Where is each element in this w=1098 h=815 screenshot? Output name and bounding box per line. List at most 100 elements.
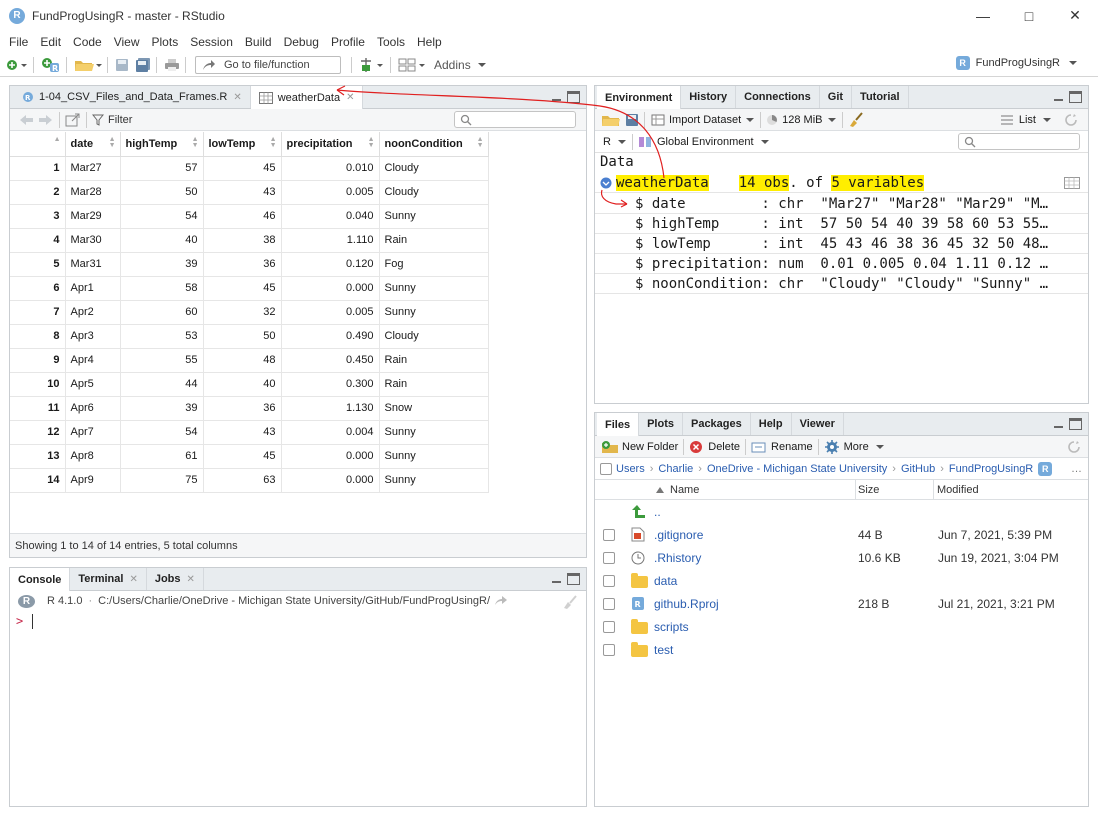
language-dropdown[interactable]: R (603, 136, 627, 148)
tab-tutorial[interactable]: Tutorial (852, 86, 909, 108)
breadcrumb-onedrive[interactable]: OneDrive - Michigan State University (707, 463, 887, 475)
import-dataset-button[interactable]: Import Dataset (650, 113, 755, 127)
menu-session[interactable]: Session (184, 35, 239, 49)
header-size[interactable]: Size (858, 484, 879, 496)
new-file-icon[interactable] (6, 55, 28, 75)
maximize-pane-icon[interactable] (567, 91, 580, 103)
environment-search-input[interactable] (958, 133, 1080, 150)
env-object-weatherdata[interactable]: weatherData 14 obs. of 5 variables (595, 173, 1088, 193)
rename-button[interactable]: Rename (751, 440, 813, 454)
column-header-date[interactable]: date ▲ ▼ (65, 132, 121, 157)
tab-environment[interactable]: Environment (597, 86, 682, 109)
file-name[interactable]: .Rhistory (654, 551, 701, 565)
tab-help[interactable]: Help (751, 413, 792, 435)
filter-button[interactable]: Filter (92, 114, 132, 126)
new-project-icon[interactable]: R (41, 55, 61, 75)
global-environment-dropdown[interactable]: Global Environment (638, 136, 770, 148)
file-name[interactable]: .gitignore (654, 528, 703, 542)
breadcrumb-charlie[interactable]: Charlie (658, 463, 693, 475)
breadcrumb-github[interactable]: GitHub (901, 463, 935, 475)
clear-objects-icon[interactable] (848, 111, 864, 128)
menu-code[interactable]: Code (67, 35, 108, 49)
column-header-nooncondition[interactable]: noonCondition ▲ ▼ (379, 132, 489, 157)
refresh-icon[interactable] (1066, 440, 1082, 454)
file-checkbox[interactable] (603, 575, 615, 587)
working-dir-path[interactable]: C:/Users/Charlie/OneDrive - Michigan Sta… (98, 595, 490, 607)
menu-build[interactable]: Build (239, 35, 278, 49)
more-menu-button[interactable]: More (824, 439, 885, 455)
addins-menu[interactable]: Addins (434, 55, 487, 75)
workspace-panes-icon[interactable] (398, 55, 426, 75)
file-row[interactable]: data (595, 570, 1088, 593)
tab-history[interactable]: History (681, 86, 737, 108)
print-icon[interactable] (164, 55, 180, 75)
maximize-window-button[interactable]: □ (1006, 0, 1052, 31)
more-path-icon[interactable]: … (1071, 463, 1082, 475)
save-all-icon[interactable] (135, 55, 151, 75)
tab-viewer[interactable]: Viewer (792, 413, 844, 435)
tab-terminal[interactable]: Terminal ✕ (70, 568, 147, 590)
file-checkbox[interactable] (603, 621, 615, 633)
minimize-pane-icon[interactable] (1052, 91, 1065, 103)
menu-debug[interactable]: Debug (278, 35, 325, 49)
select-all-checkbox[interactable] (600, 462, 612, 475)
project-menu[interactable]: R FundProgUsingR (955, 56, 1078, 70)
refresh-icon[interactable] (1060, 113, 1082, 127)
git-icon[interactable] (359, 55, 385, 75)
file-name[interactable]: github.Rproj (654, 597, 719, 611)
maximize-pane-icon[interactable] (567, 573, 580, 585)
data-search-input[interactable] (454, 111, 576, 128)
tab-jobs[interactable]: Jobs ✕ (147, 568, 204, 590)
menu-help[interactable]: Help (411, 35, 448, 49)
menu-plots[interactable]: Plots (146, 35, 185, 49)
minimize-pane-icon[interactable] (550, 91, 563, 103)
maximize-pane-icon[interactable] (1069, 418, 1082, 430)
file-row[interactable]: test (595, 639, 1088, 662)
close-tab-icon[interactable]: ✕ (346, 92, 354, 103)
console-input[interactable] (32, 614, 33, 629)
menu-view[interactable]: View (108, 35, 146, 49)
tab-plots[interactable]: Plots (639, 413, 683, 435)
load-workspace-icon[interactable] (601, 113, 621, 127)
minimize-pane-icon[interactable] (1052, 418, 1065, 430)
tab-weatherdata[interactable]: weatherData ✕ (250, 86, 364, 109)
tab-packages[interactable]: Packages (683, 413, 751, 435)
tab-files[interactable]: Files (597, 413, 640, 436)
menu-tools[interactable]: Tools (371, 35, 411, 49)
breadcrumb-users[interactable]: Users (616, 463, 645, 475)
column-header-hightemp[interactable]: highTemp ▲ ▼ (120, 132, 204, 157)
file-row-parent[interactable]: .. (595, 501, 1088, 524)
view-data-icon[interactable] (1064, 176, 1080, 189)
file-name[interactable]: scripts (654, 620, 689, 634)
popout-icon[interactable] (65, 113, 81, 127)
file-row[interactable]: .Rhistory 10.6 KB Jun 19, 2021, 3:04 PM (595, 547, 1088, 570)
file-checkbox[interactable] (603, 552, 615, 564)
file-checkbox[interactable] (603, 529, 615, 541)
open-file-icon[interactable] (74, 55, 102, 75)
minimize-pane-icon[interactable] (550, 573, 563, 585)
delete-button[interactable]: Delete (689, 440, 740, 454)
header-modified[interactable]: Modified (937, 484, 979, 496)
save-workspace-icon[interactable] (625, 113, 639, 127)
close-window-button[interactable]: ✕ (1052, 0, 1098, 31)
clear-console-icon[interactable] (562, 595, 578, 609)
tab-connections[interactable]: Connections (736, 86, 820, 108)
file-row[interactable]: scripts (595, 616, 1088, 639)
menu-profile[interactable]: Profile (325, 35, 371, 49)
list-view-dropdown[interactable]: List (1000, 114, 1052, 126)
file-row[interactable]: Rgithub.Rproj 218 B Jul 21, 2021, 3:21 PM (595, 593, 1088, 616)
tab-console[interactable]: Console (10, 568, 71, 591)
column-header-lowtemp[interactable]: lowTemp ▲ ▼ (203, 132, 282, 157)
file-row[interactable]: .gitignore 44 B Jun 7, 2021, 5:39 PM (595, 524, 1088, 547)
file-name[interactable]: data (654, 574, 677, 588)
project-rproj-icon[interactable]: R (1038, 461, 1053, 476)
expand-collapse-icon[interactable] (600, 177, 612, 189)
file-checkbox[interactable] (603, 598, 615, 610)
column-header-precipitation[interactable]: precipitation ▲ ▼ (281, 132, 380, 157)
memory-usage-button[interactable]: 128 MiB (766, 114, 836, 126)
back-forward-icon[interactable] (18, 113, 54, 127)
row-number-header[interactable]: ▲ (10, 132, 66, 157)
close-tab-icon[interactable]: ✕ (129, 574, 137, 585)
menu-file[interactable]: File (3, 35, 34, 49)
header-name[interactable]: Name (670, 484, 699, 496)
